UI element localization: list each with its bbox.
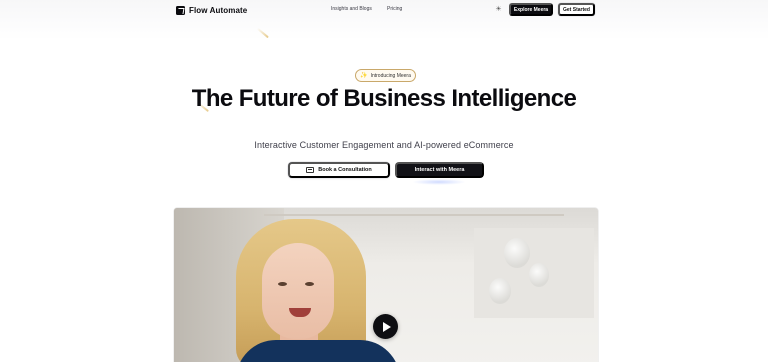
button-glow (412, 179, 466, 185)
landing-page: Flow Automate Insights and Blogs Pricing… (0, 0, 768, 362)
brand-name: Flow Automate (189, 5, 248, 15)
hero-title: The Future of Business Intelligence (191, 85, 577, 112)
video-background-lamp (489, 278, 511, 304)
hero-subtitle: Interactive Customer Engagement and AI-p… (254, 140, 514, 150)
presenter-eye (278, 282, 287, 286)
interact-with-meera-button[interactable]: Interact with Meera (395, 162, 484, 178)
video-background-lamp (504, 238, 530, 268)
sun-icon[interactable]: ☀ (495, 6, 502, 13)
explore-meera-button[interactable]: Explore Meera (509, 3, 553, 16)
video-background-lamp (529, 263, 549, 287)
top-navbar: Flow Automate Insights and Blogs Pricing… (0, 0, 768, 20)
book-consultation-label: Book a Consultation (318, 167, 372, 173)
get-started-button[interactable]: Get Started (558, 3, 595, 16)
announcement-badge[interactable]: ✨ Introducing Meera (355, 69, 416, 82)
presenter-shirt (236, 340, 400, 362)
play-icon[interactable] (373, 314, 398, 339)
nav-link-pricing[interactable]: Pricing (387, 6, 402, 12)
sparkle-icon: ✨ (360, 73, 368, 79)
brand-logo[interactable]: Flow Automate (176, 4, 247, 16)
video-background-beam (264, 214, 564, 216)
badge-label: Introducing Meera (370, 72, 411, 79)
presenter-eye (305, 282, 314, 286)
book-consultation-button[interactable]: Book a Consultation (288, 162, 390, 178)
presenter-face (262, 243, 334, 339)
decorative-streak (257, 27, 269, 38)
nav-link-insights[interactable]: Insights and Blogs (331, 6, 372, 12)
calendar-icon (306, 167, 315, 173)
logo-icon (176, 5, 185, 15)
